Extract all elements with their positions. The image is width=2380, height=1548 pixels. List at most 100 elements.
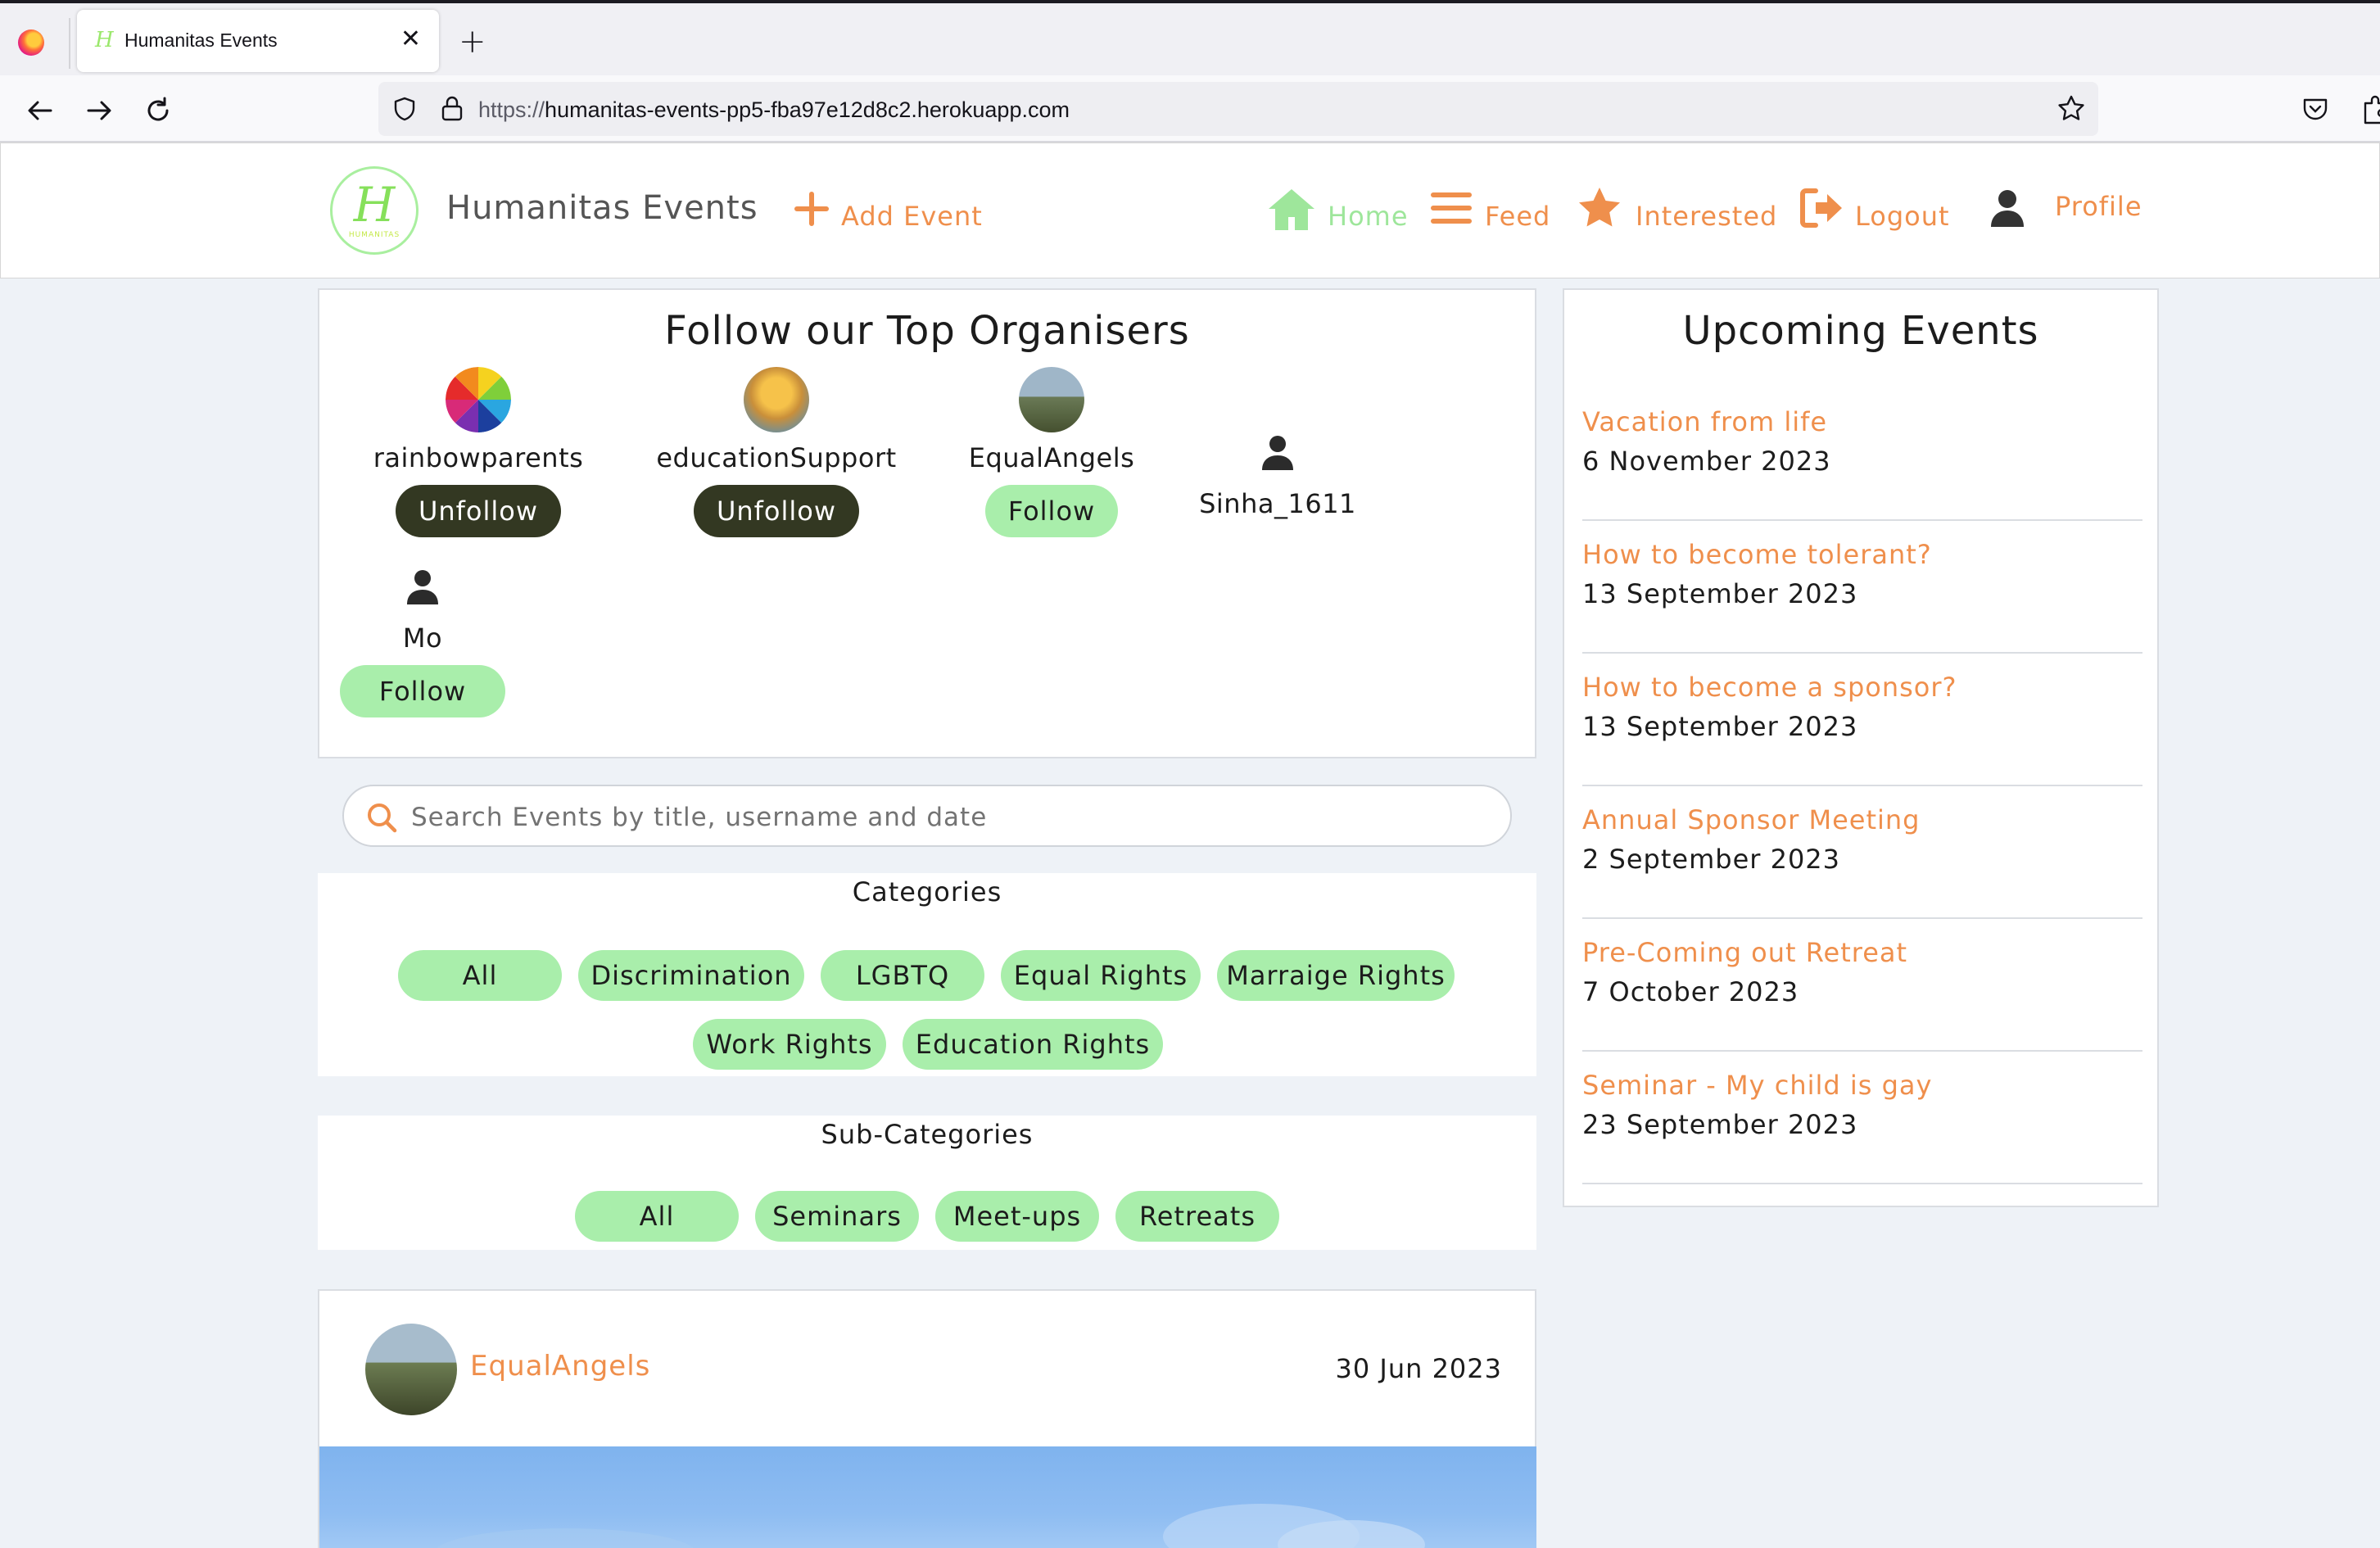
nav-home[interactable]: Home bbox=[1328, 201, 1409, 232]
event-title[interactable]: Annual Sponsor Meeting bbox=[1582, 804, 1920, 835]
reload-icon[interactable] bbox=[139, 92, 177, 129]
firefox-icon[interactable] bbox=[18, 29, 44, 56]
back-icon[interactable] bbox=[21, 92, 59, 129]
tab-close-icon[interactable]: ✕ bbox=[400, 25, 421, 54]
event-date: 13 September 2023 bbox=[1582, 711, 1858, 742]
url-bar[interactable]: https://humanitas-events-pp5-fba97e12d8c… bbox=[378, 82, 2098, 136]
event-list-item[interactable]: Pre-Coming out Retreat 7 October 2023 bbox=[1582, 919, 2142, 1052]
event-list-item[interactable]: How to become tolerant? 13 September 202… bbox=[1582, 521, 2142, 654]
browser-toolbar: https://humanitas-events-pp5-fba97e12d8c… bbox=[0, 75, 2380, 143]
top-organisers-panel: Follow our Top Organisers rainbowparents… bbox=[318, 288, 1536, 758]
nav-feed[interactable]: Feed bbox=[1485, 201, 1550, 232]
organiser-name[interactable]: Mo bbox=[300, 622, 545, 654]
event-date: 6 November 2023 bbox=[1582, 446, 1831, 477]
organiser-name[interactable]: educationSupport bbox=[654, 442, 899, 473]
search-input[interactable]: Search Events by title, username and dat… bbox=[342, 785, 1512, 847]
event-title[interactable]: How to become a sponsor? bbox=[1582, 672, 1957, 703]
bookmark-star-icon[interactable] bbox=[2056, 93, 2087, 124]
url-protocol: https:// bbox=[478, 97, 545, 122]
nav-profile[interactable]: Profile bbox=[2055, 191, 2142, 222]
organiser-card: rainbowparents Unfollow bbox=[355, 367, 601, 537]
url-host: humanitas-events-pp5-fba97e12d8c2.heroku… bbox=[545, 97, 1070, 122]
tab-title: Humanitas Events bbox=[124, 29, 278, 51]
user-icon[interactable] bbox=[1989, 189, 2025, 227]
categories-title: Categories bbox=[852, 876, 1002, 908]
event-title[interactable]: Vacation from life bbox=[1582, 406, 1827, 437]
event-title[interactable]: Seminar - My child is gay bbox=[1582, 1070, 1932, 1101]
subcategories-title: Sub-Categories bbox=[821, 1119, 1034, 1150]
event-list-item[interactable]: Vacation from life 6 November 2023 bbox=[1582, 388, 2142, 521]
event-date: 7 October 2023 bbox=[1582, 976, 1799, 1007]
organiser-card: Mo Follow bbox=[300, 568, 545, 717]
site-logo[interactable]: H HUMANITAS bbox=[330, 166, 419, 255]
logout-icon[interactable] bbox=[1799, 188, 1845, 229]
browser-tab[interactable]: H Humanitas Events ✕ bbox=[77, 10, 439, 72]
subcategory-chip-all[interactable]: All bbox=[575, 1191, 739, 1242]
search-placeholder: Search Events by title, username and dat… bbox=[411, 803, 988, 832]
brand-name[interactable]: Humanitas Events bbox=[446, 189, 758, 227]
pocket-icon[interactable] bbox=[2301, 95, 2329, 123]
category-chip-discrimination[interactable]: Discrimination bbox=[578, 950, 804, 1001]
subcategories-panel: Sub-Categories All Seminars Meet-ups Ret… bbox=[318, 1116, 1536, 1250]
site-favicon-icon: H bbox=[95, 28, 114, 52]
event-list-item[interactable]: Annual Sponsor Meeting 2 September 2023 bbox=[1582, 786, 2142, 919]
organiser-name[interactable]: rainbowparents bbox=[355, 442, 601, 473]
nav-logout[interactable]: Logout bbox=[1855, 201, 1950, 232]
category-chip-equal-rights[interactable]: Equal Rights bbox=[1001, 950, 1201, 1001]
event-title[interactable]: How to become tolerant? bbox=[1582, 539, 1932, 570]
event-date: 13 September 2023 bbox=[1582, 578, 1858, 609]
site-header: H HUMANITAS Humanitas Events Add Event H… bbox=[0, 143, 2380, 278]
avatar[interactable] bbox=[1019, 367, 1084, 432]
tab-bar: H Humanitas Events ✕ + bbox=[0, 3, 2380, 75]
category-chip-work-rights[interactable]: Work Rights bbox=[693, 1019, 886, 1070]
logo-letter: H bbox=[353, 177, 396, 233]
avatar[interactable] bbox=[365, 1324, 457, 1415]
post-date: 30 Jun 2023 bbox=[1335, 1353, 1502, 1384]
organiser-name[interactable]: EqualAngels bbox=[929, 442, 1174, 473]
lock-icon[interactable] bbox=[441, 95, 464, 121]
cloud-shapes bbox=[437, 1504, 1425, 1548]
subcategory-chip-retreats[interactable]: Retreats bbox=[1115, 1191, 1279, 1242]
event-date: 2 September 2023 bbox=[1582, 844, 1841, 875]
event-post-card: EqualAngels 30 Jun 2023 bbox=[318, 1289, 1536, 1548]
category-chip-education-rights[interactable]: Education Rights bbox=[903, 1019, 1163, 1070]
feed-icon[interactable] bbox=[1431, 191, 1472, 225]
category-chip-all[interactable]: All bbox=[398, 950, 562, 1001]
avatar[interactable] bbox=[744, 367, 809, 432]
nav-add-event[interactable]: Add Event bbox=[841, 201, 983, 232]
star-icon[interactable] bbox=[1577, 186, 1622, 230]
avatar[interactable] bbox=[446, 367, 511, 432]
subcategory-chip-meet-ups[interactable]: Meet-ups bbox=[935, 1191, 1099, 1242]
user-icon[interactable] bbox=[405, 568, 441, 604]
upcoming-title: Upcoming Events bbox=[1682, 308, 2039, 354]
extensions-icon[interactable] bbox=[2359, 93, 2380, 126]
logo-subtext: HUMANITAS bbox=[348, 231, 400, 239]
unfollow-button[interactable]: Unfollow bbox=[395, 485, 562, 537]
category-chip-lgbtq[interactable]: LGBTQ bbox=[821, 950, 984, 1001]
plus-icon[interactable] bbox=[794, 191, 830, 227]
follow-button[interactable]: Follow bbox=[339, 665, 506, 717]
forward-icon[interactable] bbox=[80, 92, 118, 129]
organiser-card: EqualAngels Follow bbox=[929, 367, 1174, 537]
organisers-title: Follow our Top Organisers bbox=[664, 308, 1190, 354]
upcoming-events-panel: Upcoming Events Vacation from life 6 Nov… bbox=[1563, 288, 2159, 1207]
event-date: 23 September 2023 bbox=[1582, 1109, 1858, 1140]
post-image[interactable] bbox=[319, 1446, 1536, 1548]
follow-button[interactable]: Follow bbox=[984, 485, 1119, 537]
organiser-card: Sinha_1611 bbox=[1155, 434, 1400, 519]
event-title[interactable]: Pre-Coming out Retreat bbox=[1582, 937, 1907, 968]
tracking-shield-icon[interactable] bbox=[393, 97, 416, 121]
event-list-item[interactable]: How to become a sponsor? 13 September 20… bbox=[1582, 654, 2142, 786]
category-chip-marraige-rights[interactable]: Marraige Rights bbox=[1217, 950, 1455, 1001]
categories-panel: Categories All Discrimination LGBTQ Equa… bbox=[318, 873, 1536, 1076]
home-icon[interactable] bbox=[1267, 186, 1316, 232]
event-list-item[interactable]: Seminar - My child is gay 23 September 2… bbox=[1582, 1052, 2142, 1184]
unfollow-button[interactable]: Unfollow bbox=[693, 485, 860, 537]
organiser-name[interactable]: Sinha_1611 bbox=[1155, 488, 1400, 519]
user-icon[interactable] bbox=[1260, 434, 1296, 470]
url-text[interactable]: https://humanitas-events-pp5-fba97e12d8c… bbox=[478, 97, 1070, 123]
new-tab-icon[interactable]: + bbox=[459, 23, 486, 61]
subcategory-chip-seminars[interactable]: Seminars bbox=[755, 1191, 919, 1242]
nav-interested[interactable]: Interested bbox=[1636, 201, 1777, 232]
post-username[interactable]: EqualAngels bbox=[470, 1350, 650, 1383]
